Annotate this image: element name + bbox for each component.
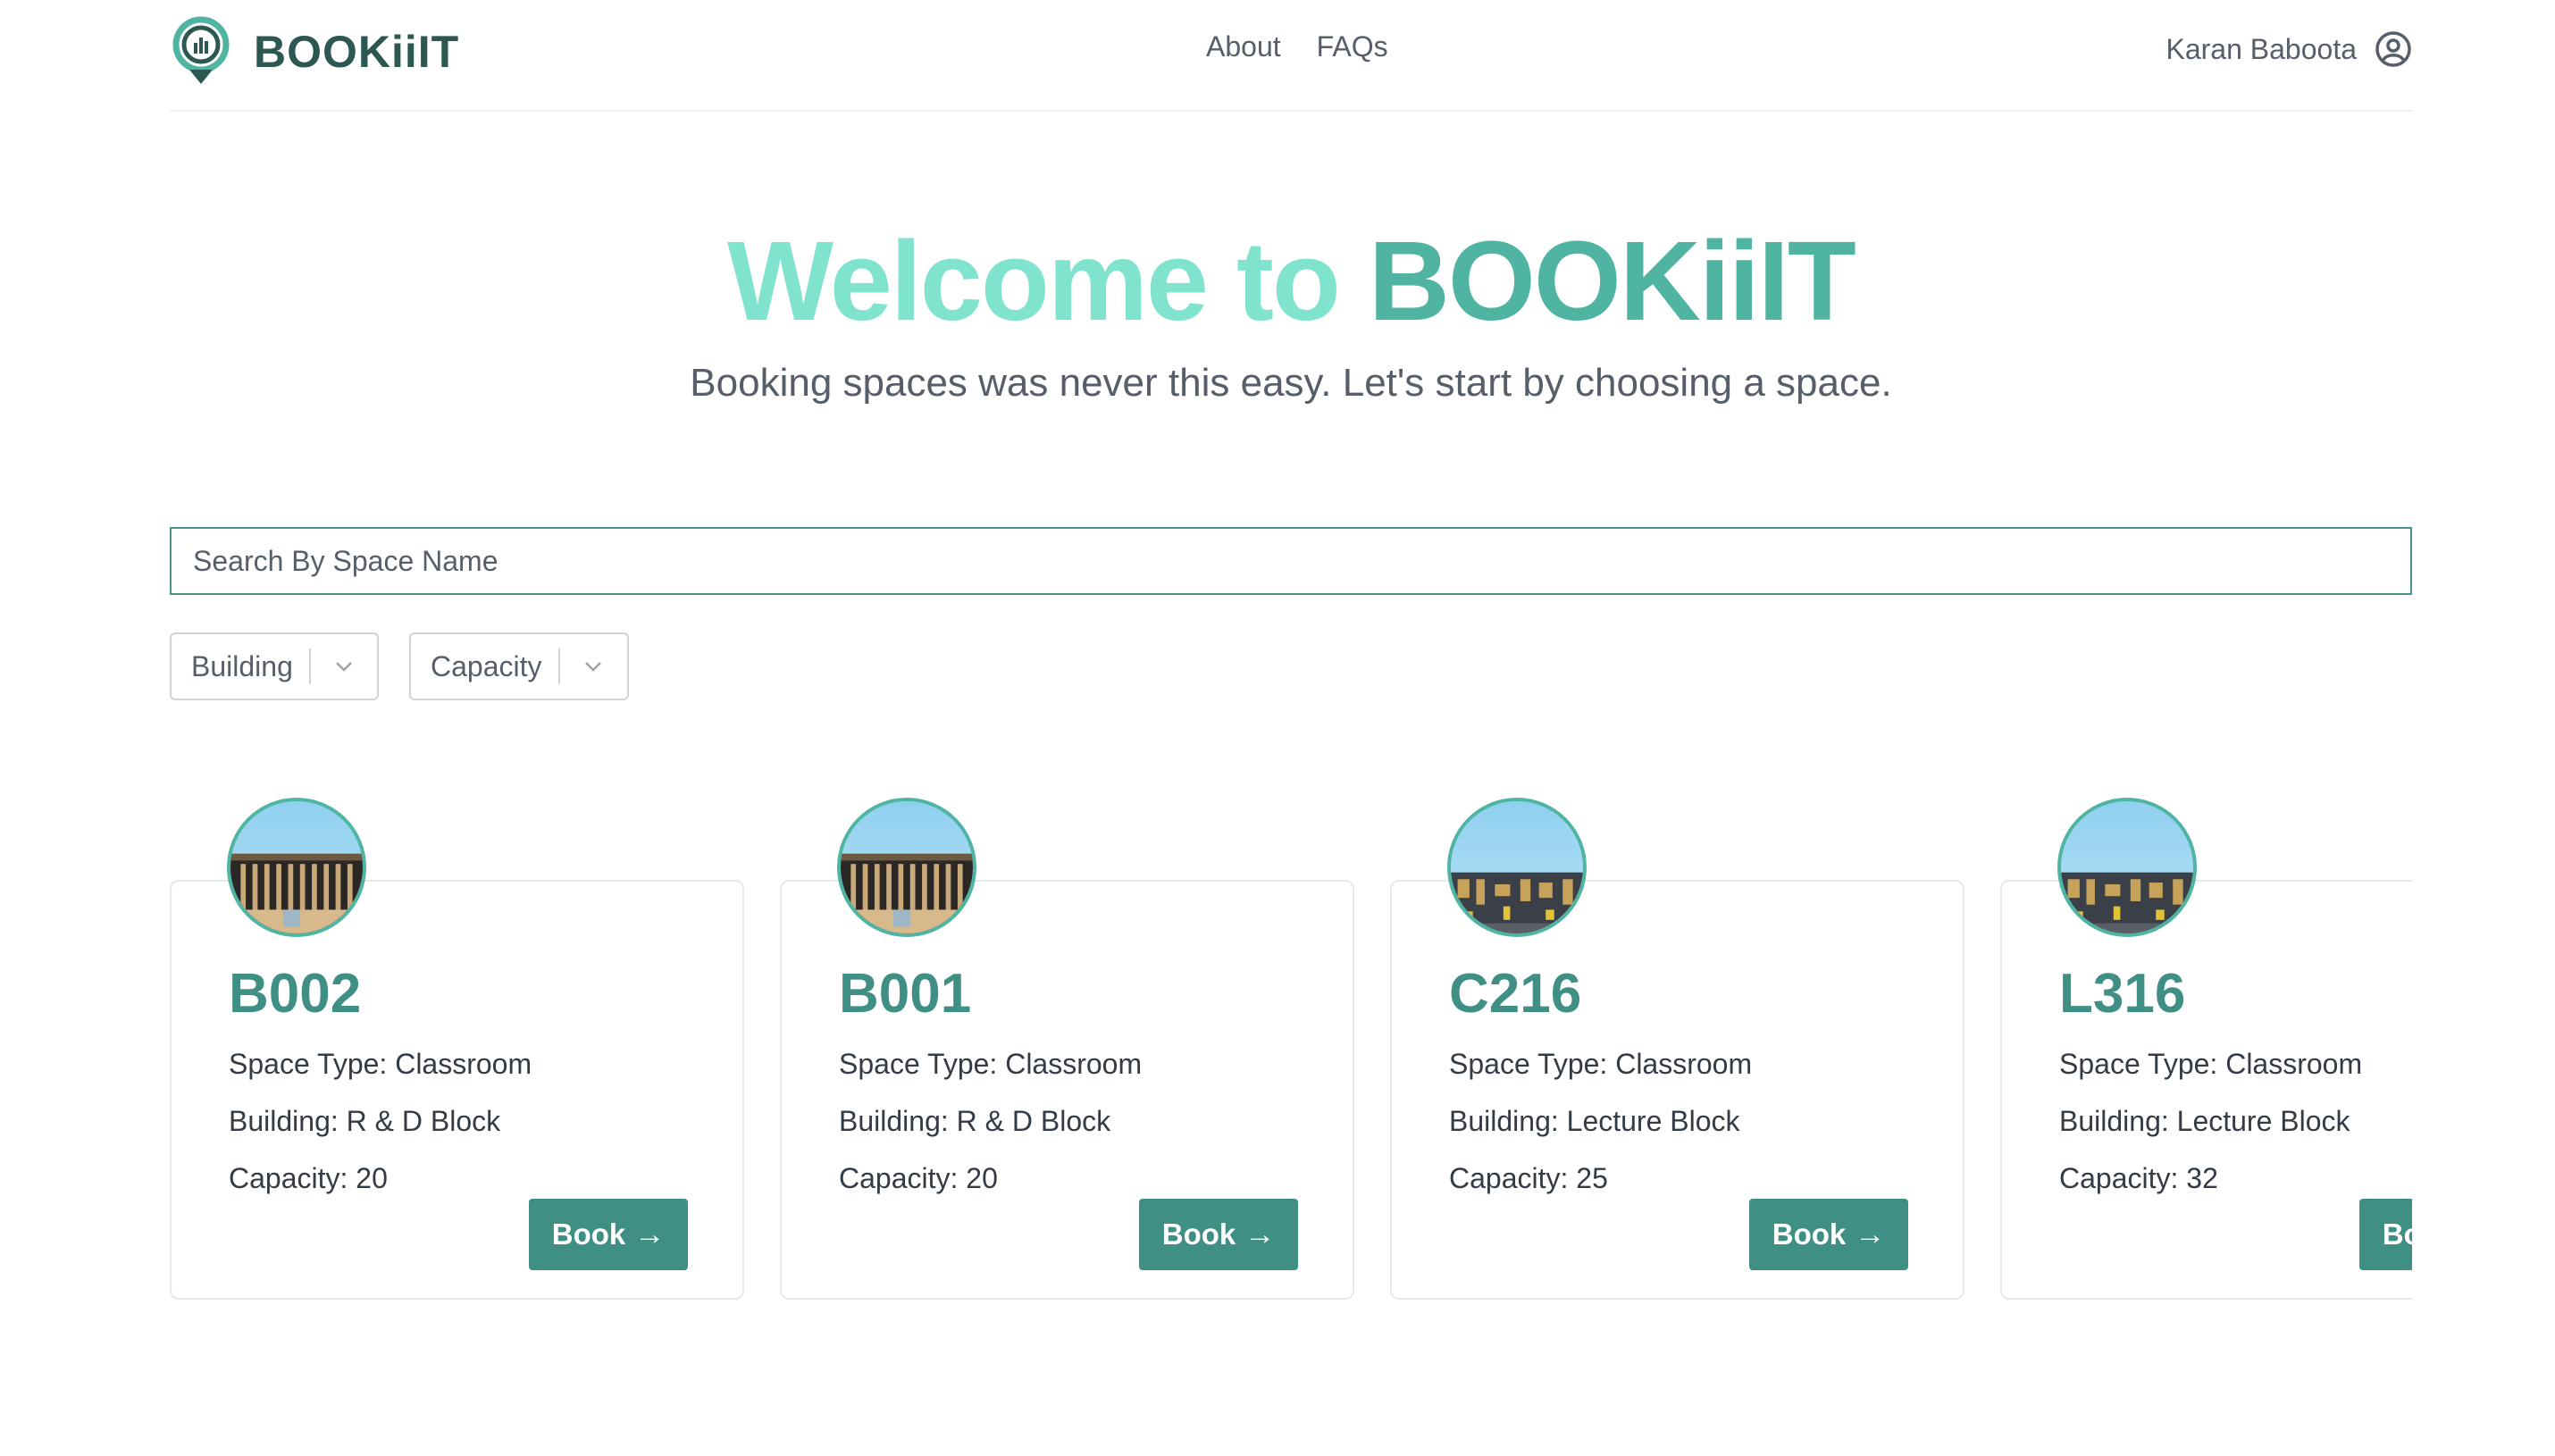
book-button-label: Book bbox=[551, 1218, 626, 1251]
logo[interactable]: BOOKiiIT bbox=[170, 16, 459, 88]
capacity-filter-label: Capacity bbox=[431, 649, 542, 682]
user-menu[interactable]: Karan Baboota bbox=[2166, 30, 2413, 68]
capacity-filter-select[interactable]: Capacity bbox=[409, 632, 629, 700]
main-nav: About FAQs bbox=[1206, 30, 1388, 63]
chevron-down-icon bbox=[335, 662, 352, 672]
space-image-rd-block bbox=[837, 798, 976, 937]
book-button-label: Book bbox=[1161, 1218, 1236, 1251]
filter-separator bbox=[308, 649, 311, 684]
nav-faqs-link[interactable]: FAQs bbox=[1317, 30, 1388, 63]
hero-title: Welcome to BOOKiiIT bbox=[170, 214, 2412, 348]
hero-subtitle: Booking spaces was never this easy. Let'… bbox=[690, 361, 1892, 405]
search-input[interactable] bbox=[170, 527, 2412, 595]
space-capacity: Capacity: 20 bbox=[229, 1162, 388, 1194]
building-filter-label: Building bbox=[191, 649, 293, 682]
user-circle-icon bbox=[2375, 31, 2411, 67]
hero-title-brand: BOOKiiIT bbox=[1368, 218, 1856, 344]
space-type: Space Type: Classroom bbox=[2059, 1048, 2363, 1080]
space-building: Building: R & D Block bbox=[229, 1105, 501, 1137]
space-building: Building: R & D Block bbox=[839, 1105, 1111, 1137]
space-card: B002 Space Type: Classroom Building: R &… bbox=[170, 798, 744, 1300]
space-image-lecture-block bbox=[2057, 798, 2197, 937]
arrow-right-icon: → bbox=[634, 1218, 666, 1251]
space-building: Building: Lecture Block bbox=[2059, 1105, 2350, 1137]
space-type: Space Type: Classroom bbox=[839, 1048, 1143, 1080]
hero-title-welcome: Welcome to bbox=[727, 218, 1369, 344]
space-type: Space Type: Classroom bbox=[229, 1048, 532, 1080]
space-card: C216 Space Type: Classroom Building: Lec… bbox=[1390, 798, 1964, 1300]
space-capacity: Capacity: 25 bbox=[1449, 1162, 1608, 1194]
logo-pin-icon bbox=[172, 16, 230, 84]
space-type: Space Type: Classroom bbox=[1449, 1048, 1753, 1080]
space-capacity: Capacity: 32 bbox=[2059, 1162, 2218, 1194]
page-container: BOOKiiIT About FAQs Karan Baboota Welcom… bbox=[170, 0, 2412, 1300]
space-name: C216 bbox=[1449, 963, 1582, 1025]
building-filter-select[interactable]: Building bbox=[170, 632, 379, 700]
arrow-right-icon: → bbox=[1244, 1218, 1276, 1251]
top-navbar: BOOKiiIT About FAQs Karan Baboota bbox=[170, 0, 2412, 112]
space-cards-list: B002 Space Type: Classroom Building: R &… bbox=[170, 786, 2412, 1304]
chevron-down-icon bbox=[584, 662, 601, 672]
filter-separator bbox=[557, 649, 560, 684]
space-card: B001 Space Type: Classroom Building: R &… bbox=[780, 798, 1354, 1300]
book-button[interactable]: Book → bbox=[529, 1199, 688, 1270]
space-image-lecture-block bbox=[1447, 798, 1587, 937]
nav-about-link[interactable]: About bbox=[1206, 30, 1281, 63]
space-name: L316 bbox=[2059, 963, 2186, 1025]
book-button[interactable]: Book → bbox=[1749, 1199, 1908, 1270]
space-capacity: Capacity: 20 bbox=[839, 1162, 998, 1194]
user-name: Karan Baboota bbox=[2165, 32, 2358, 65]
book-button-label: Book bbox=[2382, 1218, 2412, 1251]
book-button-label: Book bbox=[1772, 1218, 1847, 1251]
book-button[interactable]: Book → bbox=[1139, 1199, 1298, 1270]
arrow-right-icon: → bbox=[1855, 1218, 1886, 1251]
space-name: B002 bbox=[229, 963, 362, 1025]
space-image-rd-block bbox=[227, 798, 366, 937]
logo-text: BOOKiiIT bbox=[254, 27, 460, 77]
space-building: Building: Lecture Block bbox=[1449, 1105, 1740, 1137]
space-name: B001 bbox=[839, 963, 972, 1025]
space-card: L316 Space Type: Classroom Building: Lec… bbox=[2000, 798, 2412, 1300]
book-button[interactable]: Book → bbox=[2359, 1199, 2412, 1270]
